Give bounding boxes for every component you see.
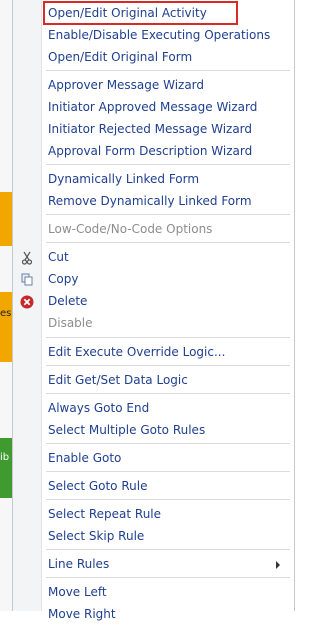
menu-item-label: Delete — [48, 294, 88, 308]
menu-separator — [46, 164, 290, 165]
menu-item-move-right[interactable]: Move Right — [41, 603, 288, 625]
menu-item-approval-form-description-wizard[interactable]: Approval Form Description Wizard — [41, 140, 288, 162]
background-label: es — [0, 308, 12, 319]
menu-item-label: Open/Edit Original Form — [48, 50, 193, 64]
menu-item-label: Enable Goto — [48, 451, 122, 465]
menu-item-label: Initiator Approved Message Wizard — [48, 100, 258, 114]
menu-item-edit-execute-override-logic[interactable]: Edit Execute Override Logic... — [41, 341, 288, 363]
menu-item-delete[interactable]: Delete — [41, 290, 288, 312]
menu-item-select-skip-rule[interactable]: Select Skip Rule — [41, 525, 288, 547]
menu-item-dynamically-linked-form[interactable]: Dynamically Linked Form — [41, 168, 288, 190]
menu-item-label: Approver Message Wizard — [48, 78, 205, 92]
menu-separator — [46, 70, 290, 71]
menu-item-remove-dynamically-linked-form[interactable]: Remove Dynamically Linked Form — [41, 190, 288, 212]
menu-item-select-repeat-rule[interactable]: Select Repeat Rule — [41, 503, 288, 525]
menu-separator — [46, 337, 290, 338]
background-label: ib — [0, 452, 10, 463]
menu-separator — [46, 577, 290, 578]
menu-separator — [46, 471, 290, 472]
menu-item-low-code-no-code-options: Low-Code/No-Code Options — [41, 218, 288, 240]
menu-item-label: Edit Get/Set Data Logic — [48, 373, 188, 387]
menu-item-label: Line Rules — [48, 557, 110, 571]
menu-separator — [46, 365, 290, 366]
menu-separator — [46, 549, 290, 550]
scissors-icon — [21, 251, 33, 265]
menu-item-label: Copy — [48, 272, 79, 286]
background-shape-green — [0, 438, 12, 498]
menu-item-label: Disable — [48, 316, 93, 330]
menu-item-label: Enable/Disable Executing Operations — [48, 28, 271, 42]
background-shape-orange — [0, 292, 12, 362]
menu-item-cut[interactable]: Cut — [41, 246, 288, 268]
background-shape-orange — [0, 192, 12, 246]
menu-separator — [46, 393, 290, 394]
menu-item-enable-goto[interactable]: Enable Goto — [41, 447, 288, 469]
menu-item-select-multiple-goto-rules[interactable]: Select Multiple Goto Rules — [41, 419, 288, 441]
menu-item-label: Cut — [48, 250, 69, 264]
menu-item-enable-disable-executing-operations[interactable]: Enable/Disable Executing Operations — [41, 24, 288, 46]
context-menu: Open/Edit Original Activity Enable/Disab… — [12, 0, 295, 621]
menu-item-move-left[interactable]: Move Left — [41, 581, 288, 603]
menu-item-open-edit-original-form[interactable]: Open/Edit Original Form — [41, 46, 288, 68]
menu-item-label: Always Goto End — [48, 401, 150, 415]
menu-item-select-goto-rule[interactable]: Select Goto Rule — [41, 475, 288, 497]
menu-separator — [46, 443, 290, 444]
menu-item-label: Select Repeat Rule — [48, 507, 162, 521]
menu-item-label: Edit Execute Override Logic... — [48, 345, 226, 359]
menu-item-label: Select Goto Rule — [48, 479, 148, 493]
menu-item-label: Move Left — [48, 585, 107, 599]
menu-item-label: Remove Dynamically Linked Form — [48, 194, 252, 208]
menu-item-edit-get-set-data-logic[interactable]: Edit Get/Set Data Logic — [41, 369, 288, 391]
menu-item-always-goto-end[interactable]: Always Goto End — [41, 397, 288, 419]
selection-highlight — [43, 1, 238, 25]
submenu-arrow-icon — [276, 561, 280, 569]
menu-item-label: Select Multiple Goto Rules — [48, 423, 206, 437]
menu-separator — [46, 242, 290, 243]
delete-icon — [20, 295, 34, 309]
menu-item-label: Low-Code/No-Code Options — [48, 222, 213, 236]
menu-separator — [46, 214, 290, 215]
menu-separator — [46, 499, 290, 500]
menu-item-line-rules[interactable]: Line Rules — [41, 553, 288, 575]
menu-item-label: Approval Form Description Wizard — [48, 144, 253, 158]
menu-item-approver-message-wizard[interactable]: Approver Message Wizard — [41, 74, 288, 96]
menu-item-disable[interactable]: Disable — [41, 312, 288, 334]
menu-item-label: Move Right — [48, 607, 116, 621]
menu-item-initiator-rejected-message-wizard[interactable]: Initiator Rejected Message Wizard — [41, 118, 288, 140]
menu-item-label: Select Skip Rule — [48, 529, 145, 543]
copy-icon — [21, 273, 33, 286]
menu-item-label: Initiator Rejected Message Wizard — [48, 122, 253, 136]
menu-item-label: Dynamically Linked Form — [48, 172, 200, 186]
menu-item-initiator-approved-message-wizard[interactable]: Initiator Approved Message Wizard — [41, 96, 288, 118]
menu-item-copy[interactable]: Copy — [41, 268, 288, 290]
